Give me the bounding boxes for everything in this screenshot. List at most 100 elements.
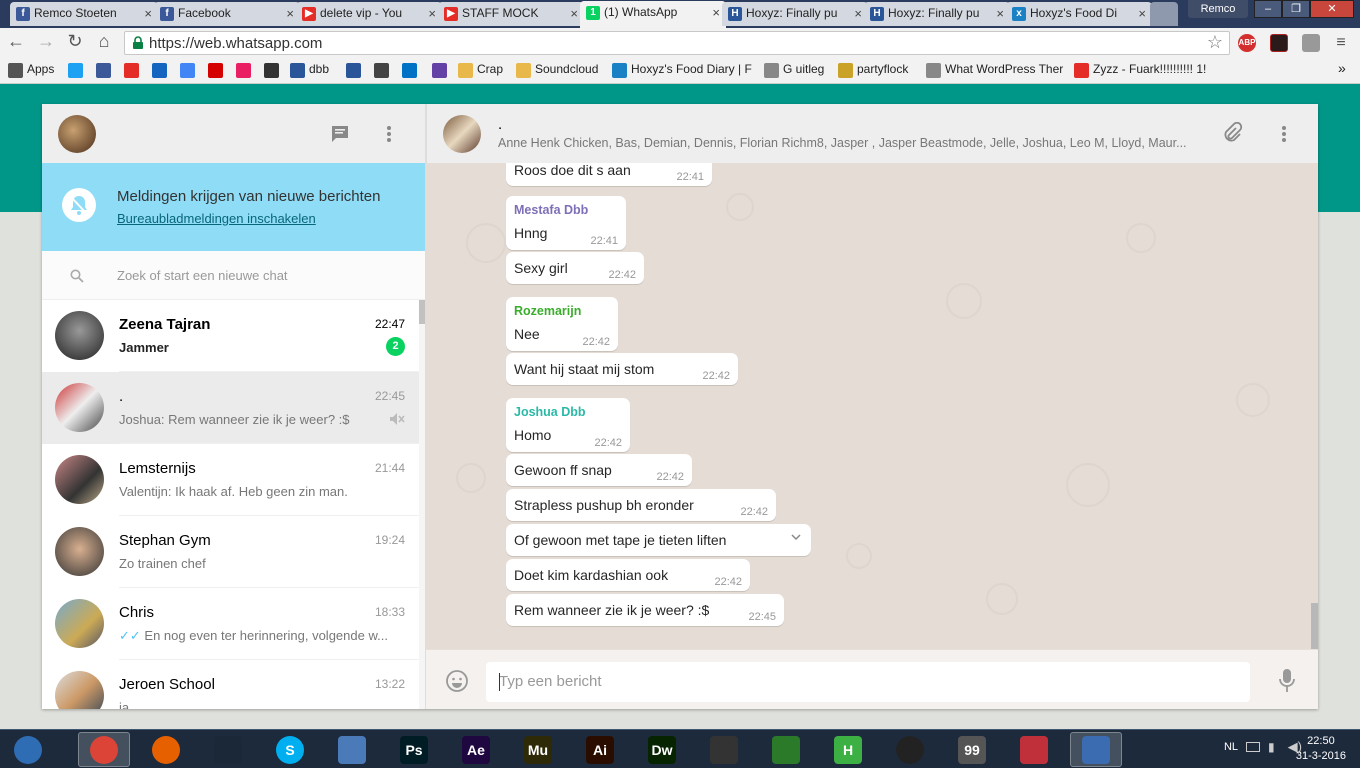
back-icon[interactable]: ← [4,31,28,52]
bookmark-favicon-icon[interactable] [838,63,853,78]
chat-list-item[interactable]: Lemsternijs 21:44 Valentijn: Ik haak af. H… [42,444,419,516]
new-chat-icon[interactable] [330,124,350,144]
close-window-button[interactable]: ✕ [1310,0,1354,18]
close-tab-icon[interactable]: × [570,6,578,21]
bookmark-favicon-icon[interactable] [612,63,627,78]
message-input[interactable]: Typ een bericht [486,662,1250,702]
message-bubble[interactable]: Joshua Dbb Homo 22:42 [506,398,630,452]
search-input[interactable]: Zoek of start een nieuwe chat [117,268,288,283]
browser-tab[interactable]: ▶ delete vip - You × [296,2,442,26]
app-green-taskbar-button[interactable] [760,732,812,767]
search-bar[interactable]: Zoek of start een nieuwe chat [42,251,425,300]
bookmark-favicon-icon[interactable] [402,63,417,78]
browser-tab[interactable]: f Remco Stoeten × [10,2,158,26]
conversation-header[interactable]: . Anne Henk Chicken, Bas, Demian, Dennis… [426,104,1318,163]
bookmark-favicon-icon[interactable] [124,63,139,78]
group-avatar[interactable] [443,115,481,153]
message-bubble[interactable]: Of gewoon met tape je tieten liften [506,524,811,556]
bookmark-favicon-icon[interactable] [264,63,279,78]
network-icon[interactable]: ▮ [1268,740,1282,754]
bookmark-favicon-icon[interactable] [374,63,389,78]
close-tab-icon[interactable]: × [428,6,436,21]
close-tab-icon[interactable]: × [144,6,152,21]
app-red-taskbar-button[interactable] [1008,732,1060,767]
extension-icon[interactable] [1302,34,1320,52]
bookmark-favicon-icon[interactable] [290,63,305,78]
browser-tab[interactable]: H Hoxyz: Finally pu × [864,2,1010,26]
language-indicator[interactable]: NL [1224,741,1238,753]
bookmark-link[interactable]: Apps [27,62,54,76]
bookmark-favicon-icon[interactable] [458,63,473,78]
keyboard-taskbar-button[interactable] [326,732,378,767]
video-taskbar-button[interactable] [698,732,750,767]
bookmark-favicon-icon[interactable] [96,63,111,78]
extension-icon[interactable] [1270,34,1288,52]
skype-taskbar-button[interactable]: S [264,732,316,767]
adblock-icon[interactable]: ABP [1238,34,1256,52]
more-bookmarks-icon[interactable]: » [1338,60,1346,76]
menu-icon[interactable] [382,124,396,144]
new-tab-button[interactable] [1150,2,1178,26]
address-bar[interactable]: https://web.whatsapp.com ☆ [124,31,1230,55]
message-sender[interactable]: Mestafa Dbb [514,203,588,217]
microphone-icon[interactable] [1278,668,1296,694]
bookmark-link[interactable]: Soundcloud [535,62,598,76]
bookmark-favicon-icon[interactable] [208,63,223,78]
bookmark-star-icon[interactable]: ☆ [1207,32,1223,53]
illustrator-taskbar-button[interactable]: Ai [574,732,626,767]
bookmark-favicon-icon[interactable] [8,63,23,78]
bookmark-favicon-icon[interactable] [68,63,83,78]
bookmark-favicon-icon[interactable] [1074,63,1089,78]
steam-taskbar-button[interactable] [202,732,254,767]
dreamweaver-taskbar-button[interactable]: Dw [636,732,688,767]
chat-list-item[interactable]: . 22:45 Joshua: Rem wanneer zie ik je weer… [42,372,419,444]
bookmark-link[interactable]: What WordPress Ther [945,62,1063,76]
enable-notifications-link[interactable]: Bureaubladmeldingen inschakelen [117,211,316,226]
bookmark-favicon-icon[interactable] [764,63,779,78]
app-99-taskbar-button[interactable]: 99 [946,732,998,767]
menu-icon[interactable] [1277,124,1291,144]
message-bubble[interactable]: Gewoon ff snap 22:42 [506,454,692,486]
forward-icon[interactable]: → [34,31,58,52]
browser-tab[interactable]: x Hoxyz's Food Di × [1006,2,1152,26]
browser-tab[interactable]: 1 (1) WhatsApp × [580,1,726,28]
bookmark-link[interactable]: partyflock [857,62,908,76]
message-bubble[interactable]: Sexy girl 22:42 [506,252,644,284]
message-bubble[interactable]: Mestafa Dbb Hnng 22:41 [506,196,626,250]
browser-tab[interactable]: H Hoxyz: Finally pu × [722,2,868,26]
bookmark-favicon-icon[interactable] [180,63,195,78]
message-bubble[interactable]: Doet kim kardashian ook 22:42 [506,559,750,591]
after-effects-taskbar-button[interactable]: Ae [450,732,502,767]
bookmark-link[interactable]: Hoxyz's Food Diary | F [631,62,752,76]
message-sender[interactable]: Rozemarijn [514,304,581,318]
close-tab-icon[interactable]: × [1138,6,1146,21]
chat-list-scrollbar[interactable] [419,300,425,709]
bookmark-favicon-icon[interactable] [236,63,251,78]
message-sender[interactable]: Joshua Dbb [514,405,586,419]
chrome-taskbar-button[interactable] [78,732,130,767]
close-tab-icon[interactable]: × [712,5,720,20]
profile-button[interactable]: Remco [1188,0,1248,18]
home-icon[interactable]: ⌂ [92,31,116,52]
chat-list-item[interactable]: Zeena Tajran 22:47 Jammer 2 [42,300,419,372]
bookmark-link[interactable]: G uitleg [783,62,824,76]
bookmark-link[interactable]: dbb [309,62,329,76]
message-bubble[interactable]: Rozemarijn Nee 22:42 [506,297,618,351]
message-scrollbar[interactable] [1311,163,1318,649]
my-avatar[interactable] [58,115,96,153]
chevron-down-icon[interactable] [791,532,801,542]
message-bubble[interactable]: Want hij staat mij stom 22:42 [506,353,738,385]
message-bubble[interactable]: Strapless pushup bh eronder 22:42 [506,489,776,521]
menu-icon[interactable]: ≡ [1332,34,1350,52]
chat-list-item[interactable]: Stephan Gym 19:24 Zo trainen chef [42,516,419,588]
bookmark-favicon-icon[interactable] [152,63,167,78]
chat-list-item[interactable]: Jeroen School 13:22 ja [42,660,419,709]
app-blue-taskbar-button[interactable] [1070,732,1122,767]
bookmark-link[interactable]: Zyzz - Fuark!!!!!!!!!! 1! [1093,62,1206,76]
close-tab-icon[interactable]: × [996,6,1004,21]
bookmark-favicon-icon[interactable] [926,63,941,78]
browser-tab[interactable]: ▶ STAFF MOCK × [438,2,584,26]
bookmark-favicon-icon[interactable] [346,63,361,78]
tray-icon[interactable] [1246,742,1260,752]
bookmark-favicon-icon[interactable] [432,63,447,78]
